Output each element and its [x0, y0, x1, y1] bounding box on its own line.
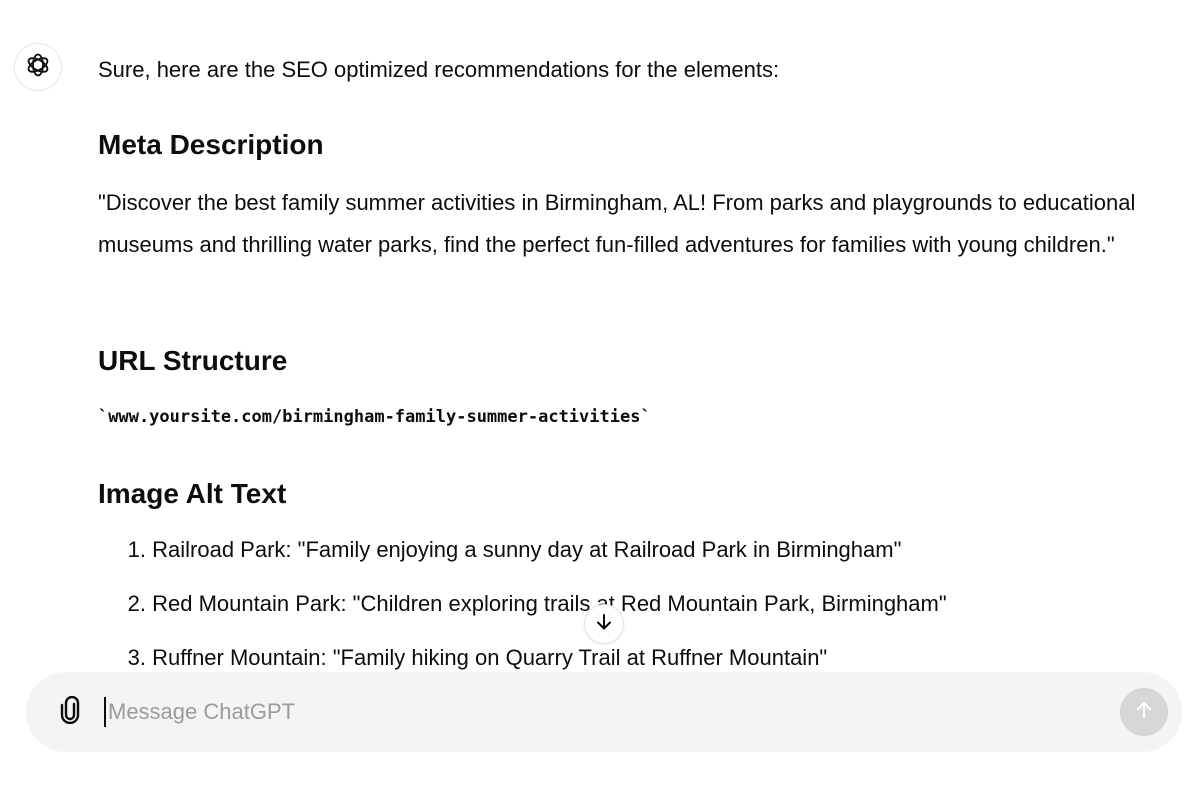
list-number: 3.: [127, 645, 146, 670]
list-text: Railroad Park: "Family enjoying a sunny …: [152, 537, 902, 562]
send-button[interactable]: [1120, 688, 1168, 736]
assistant-avatar: [14, 43, 62, 91]
list-item: 1. Railroad Park: "Family enjoying a sun…: [98, 533, 947, 587]
meta-description-heading: Meta Description: [98, 129, 324, 160]
meta-description-text: "Discover the best family summer activit…: [98, 190, 1136, 257]
arrow-up-icon: [1133, 699, 1155, 726]
alt-text-list: 1. Railroad Park: "Family enjoying a sun…: [98, 533, 947, 695]
list-item: 2. Red Mountain Park: "Children explorin…: [98, 587, 947, 641]
assistant-message: Sure, here are the SEO optimized recomme…: [98, 55, 1158, 670]
text-caret: [104, 697, 106, 727]
message-input-wrapper: [104, 694, 1004, 730]
url-structure-heading: URL Structure: [98, 345, 288, 376]
attach-button[interactable]: [54, 695, 86, 729]
list-text: Red Mountain Park: "Children exploring t…: [152, 591, 947, 616]
arrow-down-icon: [594, 612, 614, 637]
image-alt-text-heading: Image Alt Text: [98, 478, 287, 509]
scroll-to-bottom-button[interactable]: [584, 604, 624, 644]
list-text: Ruffner Mountain: "Family hiking on Quar…: [152, 645, 828, 670]
url-structure-code: `www.yoursite.com/birmingham-family-summ…: [98, 407, 651, 427]
message-composer: [26, 672, 1182, 752]
openai-logo-icon: [24, 51, 52, 84]
list-number: 1.: [127, 537, 146, 562]
paperclip-icon: [59, 695, 81, 729]
message-intro: Sure, here are the SEO optimized recomme…: [98, 57, 780, 82]
chat-page: Sure, here are the SEO optimized recomme…: [0, 0, 1200, 800]
message-input[interactable]: [108, 699, 968, 725]
list-number: 2.: [127, 591, 146, 616]
